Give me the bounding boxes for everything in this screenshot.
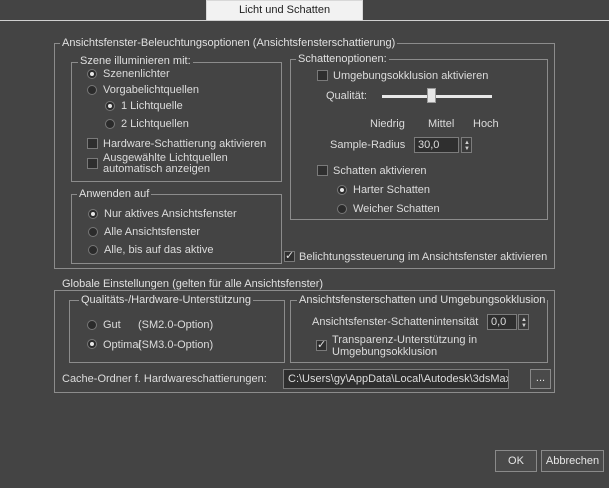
sample-radius-spinner[interactable]: ▲ ▼ <box>461 137 472 153</box>
shadow-intensity-label: Ansichtsfenster-Schattenintensität <box>312 316 479 328</box>
spinner-down-icon[interactable]: ▼ <box>464 146 470 152</box>
quality-optimal-sub: (SM3.0-Option) <box>138 339 214 351</box>
shadow-intensity-spinner[interactable]: ▲ ▼ <box>518 314 529 330</box>
shadows-enable-label[interactable]: Schatten aktivieren <box>333 165 427 178</box>
transparency-label[interactable]: Transparenz-Unterstützung in Umgebungsok… <box>332 334 512 358</box>
quality-optimal-radio[interactable] <box>87 339 97 349</box>
quality-good-label[interactable]: Gut <box>103 319 121 332</box>
two-lights-label[interactable]: 2 Lichtquellen <box>121 118 189 131</box>
illuminate-title: Szene illuminieren mit: <box>78 55 193 67</box>
quality-hardware-title: Qualitäts-/Hardware-Unterstützung <box>79 294 253 306</box>
exposure-control-label[interactable]: Belichtungssteuerung im Ansichtsfenster … <box>299 251 547 264</box>
global-settings-title: Globale Einstellungen (gelten für alle A… <box>60 278 326 290</box>
ok-button[interactable]: OK <box>495 450 537 472</box>
default-lights-label[interactable]: Vorgabelichtquellen <box>103 84 199 97</box>
apply-to-title: Anwenden auf <box>77 188 152 200</box>
soft-shadows-radio[interactable] <box>337 204 347 214</box>
ambient-occlusion-label[interactable]: Umgebungsokklusion aktivieren <box>333 70 488 83</box>
all-viewports-label[interactable]: Alle Ansichtsfenster <box>104 226 200 239</box>
quality-high-label: Hoch <box>473 118 499 130</box>
sample-radius-input[interactable]: 30,0 <box>414 137 459 153</box>
browse-button[interactable]: ... <box>530 369 551 389</box>
cache-folder-label: Cache-Ordner f. Hardwareschattierungen: <box>62 373 267 385</box>
scene-lights-label[interactable]: Szenenlichter <box>103 68 170 81</box>
tab-label: Licht und Schatten <box>238 4 331 16</box>
sample-radius-label: Sample-Radius <box>330 139 406 151</box>
spinner-down-icon[interactable]: ▼ <box>521 323 527 329</box>
lighting-options-title: Ansichtsfenster-Beleuchtungsoptionen (An… <box>60 37 398 49</box>
quality-medium-label: Mittel <box>428 118 455 130</box>
selected-lights-label[interactable]: Ausgewählte Lichtquellen automatisch anz… <box>103 153 253 175</box>
all-but-active-radio[interactable] <box>88 245 98 255</box>
quality-slider-thumb[interactable] <box>427 88 436 103</box>
selected-lights-checkbox[interactable] <box>87 158 98 169</box>
scene-lights-radio[interactable] <box>87 69 97 79</box>
shadow-intensity-input[interactable]: 0,0 <box>487 314 517 330</box>
one-light-radio[interactable] <box>105 101 115 111</box>
quality-slider-track[interactable] <box>382 95 492 98</box>
two-lights-radio[interactable] <box>105 119 115 129</box>
cache-folder-input[interactable]: C:\Users\gy\AppData\Local\Autodesk\3dsMa… <box>283 369 509 389</box>
quality-good-sub: (SM2.0-Option) <box>138 319 214 331</box>
shadow-options-title: Schattenoptionen: <box>296 53 389 65</box>
soft-shadows-label[interactable]: Weicher Schatten <box>353 203 440 216</box>
shadows-enable-checkbox[interactable] <box>317 165 328 176</box>
quality-good-radio[interactable] <box>87 320 97 330</box>
hard-shadows-label[interactable]: Harter Schatten <box>353 184 430 197</box>
tab-lights-shadows[interactable]: Licht und Schatten <box>206 0 363 21</box>
quality-label: Qualität: <box>326 90 367 102</box>
one-light-label[interactable]: 1 Lichtquelle <box>121 100 183 113</box>
active-viewport-label[interactable]: Nur aktives Ansichtsfenster <box>104 208 237 221</box>
exposure-control-checkbox[interactable] <box>284 249 295 262</box>
all-viewports-radio[interactable] <box>88 227 98 237</box>
hardware-shading-checkbox[interactable] <box>87 138 98 149</box>
default-lights-radio[interactable] <box>87 85 97 95</box>
hardware-shading-label[interactable]: Hardware-Schattierung aktivieren <box>103 138 266 151</box>
hard-shadows-radio[interactable] <box>337 185 347 195</box>
all-but-active-label[interactable]: Alle, bis auf das aktive <box>104 244 213 257</box>
viewport-shadows-title: Ansichtsfensterschatten und Umgebungsokk… <box>297 294 548 306</box>
quality-optimal-label[interactable]: Optimal <box>103 339 141 352</box>
ambient-occlusion-checkbox[interactable] <box>317 70 328 81</box>
cancel-button[interactable]: Abbrechen <box>541 450 604 472</box>
active-viewport-radio[interactable] <box>88 209 98 219</box>
transparency-checkbox[interactable] <box>316 338 327 351</box>
quality-low-label: Niedrig <box>370 118 405 130</box>
